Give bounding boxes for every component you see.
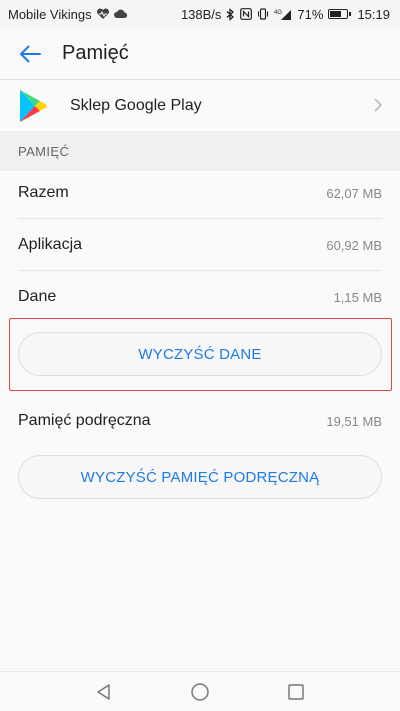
status-bar: Mobile Vikings 138B/s 4G 71% 15:19 — [0, 0, 400, 28]
battery-percent: 71% — [297, 6, 324, 22]
clock: 15:19 — [357, 6, 390, 22]
app-entry-row[interactable]: Sklep Google Play — [0, 81, 400, 131]
heart-icon — [96, 8, 110, 20]
clear-data-button[interactable]: WYCZYŚĆ DANE — [18, 332, 382, 376]
battery-fill — [330, 11, 342, 17]
nav-recents-button[interactable] — [283, 679, 309, 705]
navigation-bar — [0, 671, 400, 711]
row-value: 1,15 MB — [333, 289, 382, 305]
cache-row: Pamięć podręczna 19,51 MB — [18, 395, 382, 447]
home-circle-icon — [191, 682, 209, 701]
row-value: 60,92 MB — [326, 237, 382, 253]
google-play-icon — [20, 90, 47, 122]
row-value: 19,51 MB — [326, 413, 382, 429]
network-type-label: 4G — [274, 10, 282, 16]
storage-row-data: Dane 1,15 MB — [18, 271, 382, 323]
vibrate-icon — [257, 8, 269, 20]
status-bar-left: Mobile Vikings — [8, 7, 128, 22]
row-label: Aplikacja — [18, 236, 83, 253]
back-triangle-icon — [97, 683, 110, 700]
carrier-name: Mobile Vikings — [8, 6, 92, 22]
status-bar-right: 138B/s 4G 71% 15:19 — [181, 7, 390, 22]
app-bar: Pamięć — [0, 28, 400, 80]
cloud-icon — [113, 9, 128, 19]
page-title: Pamięć — [62, 42, 129, 64]
nav-back-button[interactable] — [91, 679, 117, 705]
row-label: Dane — [18, 288, 57, 305]
back-button[interactable] — [0, 28, 56, 80]
storage-row-app: Aplikacja 60,92 MB — [18, 219, 382, 271]
arrow-left-icon — [20, 45, 41, 62]
network-speed: 138B/s — [180, 6, 222, 22]
nfc-icon — [240, 8, 253, 20]
row-label: Pamięć podręczna — [18, 412, 151, 429]
row-label: Razem — [18, 184, 69, 201]
chevron-right-icon — [374, 96, 383, 117]
nav-home-button[interactable] — [187, 679, 213, 705]
section-header-storage: PAMIĘĆ — [0, 131, 400, 171]
signal-icon: 4G — [274, 8, 292, 21]
bluetooth-icon — [226, 7, 235, 21]
recents-square-icon — [288, 683, 304, 700]
battery-icon — [328, 9, 352, 19]
app-name: Sklep Google Play — [70, 97, 202, 114]
row-value: 62,07 MB — [326, 185, 382, 201]
clear-cache-button[interactable]: WYCZYŚĆ PAMIĘĆ PODRĘCZNĄ — [18, 455, 382, 499]
storage-row-total: Razem 62,07 MB — [18, 167, 382, 219]
